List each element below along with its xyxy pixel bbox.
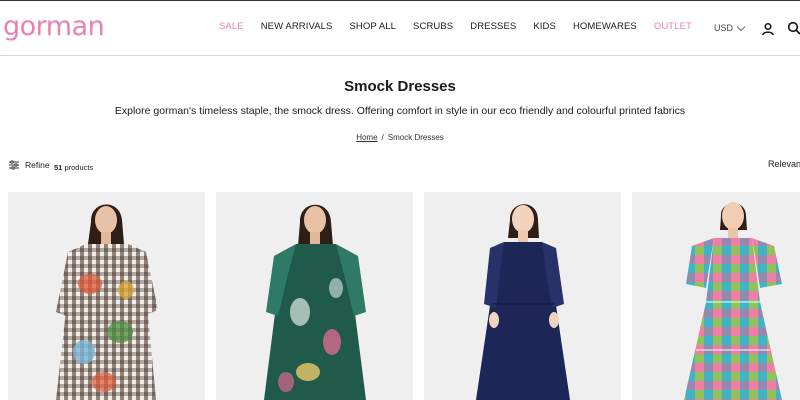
currency-label: USD xyxy=(714,23,734,33)
search-icon[interactable] xyxy=(787,21,800,35)
product-card-gingham-dress[interactable] xyxy=(8,192,205,400)
product-count-number: 51 xyxy=(54,163,63,172)
filter-sliders-icon xyxy=(9,160,19,170)
currency-selector[interactable]: USD xyxy=(714,22,746,33)
sort-dropdown[interactable]: Relevance xyxy=(768,159,800,169)
page-description: Explore gorman's timeless staple, the sm… xyxy=(114,105,686,117)
user-icon[interactable] xyxy=(761,22,775,36)
nav-item-homewares[interactable]: HOMEWARES xyxy=(573,21,637,32)
nav-item-dresses[interactable]: DRESSES xyxy=(470,21,516,32)
navy-dress-image xyxy=(476,204,570,400)
product-count: 51 products xyxy=(54,163,93,172)
product-card-navy-dress[interactable] xyxy=(424,192,621,400)
product-card-check-dress[interactable] xyxy=(632,192,800,400)
nav-item-scrubs[interactable]: SCRUBS xyxy=(413,21,453,32)
nav-item-shop-all[interactable]: SHOP ALL xyxy=(349,21,396,32)
nav-item-sale[interactable]: SALE xyxy=(219,21,244,32)
nav-item-kids[interactable]: KIDS xyxy=(533,21,556,32)
refine-button[interactable]: Refine xyxy=(9,160,50,170)
site-header: gorman SALE NEW ARRIVALS SHOP ALL SCRUBS… xyxy=(0,1,800,56)
product-count-suffix: products xyxy=(64,163,94,172)
breadcrumb-home-link[interactable]: Home xyxy=(356,133,377,142)
main-nav: SALE NEW ARRIVALS SHOP ALL SCRUBS DRESSE… xyxy=(210,21,692,32)
gingham-dress-image xyxy=(56,204,158,400)
product-grid xyxy=(8,192,800,400)
check-dress-image xyxy=(684,202,782,400)
product-card-tropical-dress[interactable] xyxy=(216,192,413,400)
breadcrumb-current: Smock Dresses xyxy=(387,133,444,142)
page-title: Smock Dresses xyxy=(344,78,456,95)
breadcrumb: Home / Smock Dresses xyxy=(0,133,800,142)
tropical-dress-image xyxy=(264,204,366,400)
chevron-down-icon xyxy=(736,22,746,31)
nav-item-outlet[interactable]: OUTLET xyxy=(654,21,692,32)
brand-logo[interactable]: gorman xyxy=(3,11,105,43)
breadcrumb-separator: / xyxy=(381,133,384,142)
refine-label: Refine xyxy=(25,160,50,170)
nav-item-new-arrivals[interactable]: NEW ARRIVALS xyxy=(261,21,333,32)
